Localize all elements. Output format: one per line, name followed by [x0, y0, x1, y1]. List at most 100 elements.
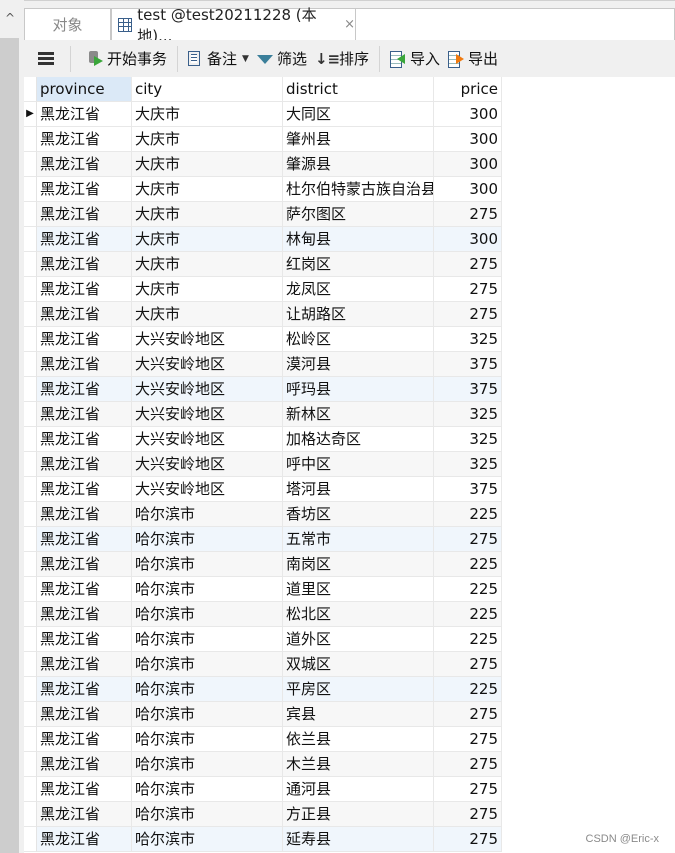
cell-district[interactable]: 木兰县: [283, 752, 434, 777]
memo-button[interactable]: 备注 ▼: [184, 44, 253, 74]
table-row[interactable]: 黑龙江省 大兴安岭地区 松岭区 325: [24, 327, 675, 352]
row-indicator[interactable]: ▶: [24, 102, 37, 127]
cell-district[interactable]: 杜尔伯特蒙古族自治县: [283, 177, 434, 202]
cell-city[interactable]: 哈尔滨市: [132, 752, 283, 777]
table-row[interactable]: 黑龙江省 哈尔滨市 平房区 225: [24, 677, 675, 702]
cell-district[interactable]: 道里区: [283, 577, 434, 602]
cell-district[interactable]: 龙凤区: [283, 277, 434, 302]
cell-district[interactable]: 漠河县: [283, 352, 434, 377]
row-indicator[interactable]: [24, 302, 37, 327]
cell-province[interactable]: 黑龙江省: [37, 527, 132, 552]
cell-price[interactable]: 225: [434, 677, 502, 702]
cell-province[interactable]: 黑龙江省: [37, 327, 132, 352]
row-indicator[interactable]: [24, 177, 37, 202]
cell-district[interactable]: 松岭区: [283, 327, 434, 352]
cell-price[interactable]: 325: [434, 427, 502, 452]
row-indicator[interactable]: [24, 677, 37, 702]
cell-district[interactable]: 五常市: [283, 527, 434, 552]
hamburger-menu-icon[interactable]: [38, 52, 54, 65]
row-indicator[interactable]: [24, 602, 37, 627]
cell-district[interactable]: 南岗区: [283, 552, 434, 577]
row-indicator[interactable]: [24, 652, 37, 677]
table-row[interactable]: 黑龙江省 大兴安岭地区 塔河县 375: [24, 477, 675, 502]
caret-down-icon[interactable]: ▼: [242, 54, 249, 64]
cell-district[interactable]: 塔河县: [283, 477, 434, 502]
cell-city[interactable]: 哈尔滨市: [132, 527, 283, 552]
cell-city[interactable]: 哈尔滨市: [132, 777, 283, 802]
left-panel-scrollbar[interactable]: [0, 38, 19, 853]
cell-price[interactable]: 275: [434, 802, 502, 827]
cell-price[interactable]: 275: [434, 277, 502, 302]
table-row[interactable]: 黑龙江省 哈尔滨市 香坊区 225: [24, 502, 675, 527]
cell-province[interactable]: 黑龙江省: [37, 727, 132, 752]
cell-district[interactable]: 肇源县: [283, 152, 434, 177]
cell-city[interactable]: 大兴安岭地区: [132, 402, 283, 427]
cell-price[interactable]: 300: [434, 102, 502, 127]
row-indicator[interactable]: [24, 502, 37, 527]
cell-district[interactable]: 延寿县: [283, 827, 434, 852]
cell-province[interactable]: 黑龙江省: [37, 627, 132, 652]
table-row[interactable]: 黑龙江省 哈尔滨市 双城区 275: [24, 652, 675, 677]
cell-province[interactable]: 黑龙江省: [37, 302, 132, 327]
cell-province[interactable]: 黑龙江省: [37, 702, 132, 727]
table-row[interactable]: 黑龙江省 哈尔滨市 延寿县 275: [24, 827, 675, 852]
cell-city[interactable]: 哈尔滨市: [132, 702, 283, 727]
cell-province[interactable]: 黑龙江省: [37, 577, 132, 602]
cell-price[interactable]: 275: [434, 702, 502, 727]
cell-price[interactable]: 375: [434, 477, 502, 502]
cell-province[interactable]: 黑龙江省: [37, 602, 132, 627]
cell-city[interactable]: 大庆市: [132, 202, 283, 227]
cell-district[interactable]: 加格达奇区: [283, 427, 434, 452]
cell-price[interactable]: 375: [434, 377, 502, 402]
cell-district[interactable]: 肇州县: [283, 127, 434, 152]
export-button[interactable]: 导出: [444, 44, 502, 74]
cell-city[interactable]: 哈尔滨市: [132, 577, 283, 602]
cell-province[interactable]: 黑龙江省: [37, 102, 132, 127]
cell-price[interactable]: 300: [434, 152, 502, 177]
table-row[interactable]: 黑龙江省 哈尔滨市 道里区 225: [24, 577, 675, 602]
cell-city[interactable]: 哈尔滨市: [132, 652, 283, 677]
cell-city[interactable]: 哈尔滨市: [132, 802, 283, 827]
row-indicator[interactable]: [24, 377, 37, 402]
close-icon[interactable]: ×: [344, 17, 355, 32]
cell-district[interactable]: 平房区: [283, 677, 434, 702]
cell-district[interactable]: 香坊区: [283, 502, 434, 527]
cell-price[interactable]: 225: [434, 602, 502, 627]
cell-price[interactable]: 275: [434, 252, 502, 277]
tab-table-test[interactable]: test @test20211228 (本地)... ×: [111, 6, 356, 45]
cell-city[interactable]: 大庆市: [132, 302, 283, 327]
row-indicator[interactable]: [24, 352, 37, 377]
cell-city[interactable]: 哈尔滨市: [132, 627, 283, 652]
row-indicator[interactable]: [24, 527, 37, 552]
row-indicator[interactable]: [24, 627, 37, 652]
table-row[interactable]: 黑龙江省 大兴安岭地区 呼玛县 375: [24, 377, 675, 402]
column-header-price[interactable]: price: [434, 77, 502, 102]
cell-province[interactable]: 黑龙江省: [37, 352, 132, 377]
cell-price[interactable]: 300: [434, 177, 502, 202]
cell-price[interactable]: 225: [434, 627, 502, 652]
row-indicator[interactable]: [24, 127, 37, 152]
cell-price[interactable]: 300: [434, 227, 502, 252]
cell-province[interactable]: 黑龙江省: [37, 252, 132, 277]
cell-district[interactable]: 大同区: [283, 102, 434, 127]
cell-province[interactable]: 黑龙江省: [37, 427, 132, 452]
cell-price[interactable]: 225: [434, 577, 502, 602]
cell-district[interactable]: 林甸县: [283, 227, 434, 252]
cell-district[interactable]: 通河县: [283, 777, 434, 802]
cell-price[interactable]: 325: [434, 327, 502, 352]
cell-price[interactable]: 325: [434, 452, 502, 477]
cell-city[interactable]: 大庆市: [132, 252, 283, 277]
cell-city[interactable]: 哈尔滨市: [132, 552, 283, 577]
chevron-up-icon[interactable]: ^: [0, 0, 20, 36]
cell-city[interactable]: 哈尔滨市: [132, 727, 283, 752]
cell-province[interactable]: 黑龙江省: [37, 202, 132, 227]
row-indicator[interactable]: [24, 727, 37, 752]
cell-district[interactable]: 松北区: [283, 602, 434, 627]
sort-button[interactable]: ↓≡ 排序: [311, 44, 373, 74]
table-row[interactable]: 黑龙江省 哈尔滨市 通河县 275: [24, 777, 675, 802]
cell-district[interactable]: 宾县: [283, 702, 434, 727]
cell-district[interactable]: 方正县: [283, 802, 434, 827]
cell-price[interactable]: 275: [434, 652, 502, 677]
cell-province[interactable]: 黑龙江省: [37, 652, 132, 677]
cell-city[interactable]: 哈尔滨市: [132, 502, 283, 527]
